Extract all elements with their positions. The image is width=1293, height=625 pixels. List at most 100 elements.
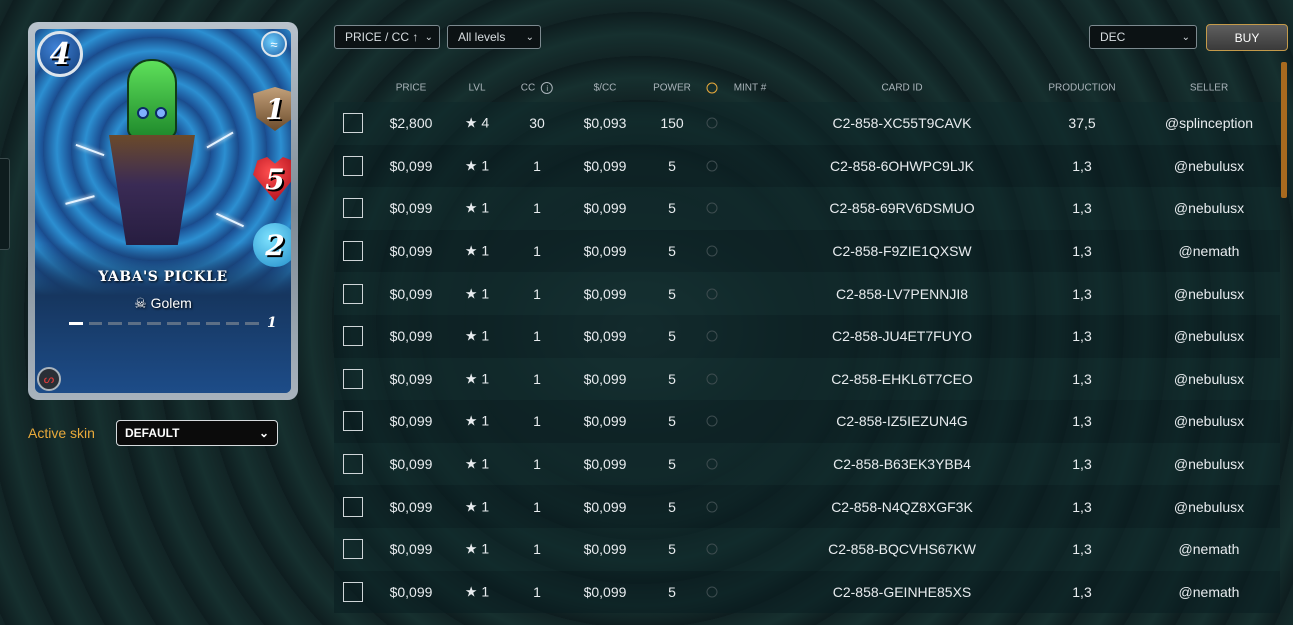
cell-lvl: ★ 1 [464, 583, 490, 600]
row-select-checkbox[interactable] [343, 241, 363, 262]
header-card-id[interactable]: CARD ID [881, 83, 922, 94]
side-panel-tab[interactable] [0, 158, 10, 250]
active-skin-select[interactable]: DEFAULT ⌄ [116, 420, 278, 446]
table-body: $2,800 ★ 4 30 $0,093 150 C2-858-XC55T9CAVK 37,… [334, 102, 1280, 614]
cell-lvl: ★ 1 [464, 498, 490, 515]
water-icon: ≈ [261, 31, 287, 57]
cell-power: 5 [668, 413, 676, 430]
row-select-checkbox[interactable] [343, 496, 363, 517]
cell-price: $0,099 [389, 583, 433, 600]
header-power[interactable]: POWER [653, 83, 691, 94]
table-row[interactable]: $0,099 ★ 1 1 $0,099 5 C2-858-F9ZIE1QXSW 1,3 @ne… [334, 229, 1280, 273]
table-row[interactable]: $0,099 ★ 1 1 $0,099 5 C2-858-6OHWPC9LJK 1,3 @ne… [334, 144, 1280, 188]
cell-price: $0,099 [389, 285, 433, 302]
sort-value: PRICE / CC ↑ [345, 30, 419, 44]
header-mint[interactable]: MINT # [734, 83, 767, 94]
table-row[interactable]: $0,099 ★ 1 1 $0,099 5 C2-858-B63EK3YBB4 1,3 @ne… [334, 442, 1280, 486]
cell-cc: 1 [533, 541, 541, 558]
header-per-cc[interactable]: $/CC [594, 83, 617, 94]
cell-card-id[interactable]: C2-858-XC55T9CAVK [832, 115, 971, 131]
cell-seller[interactable]: @nebulusx [1174, 499, 1244, 515]
cell-seller[interactable]: @nebulusx [1174, 328, 1244, 344]
cell-lvl: ★ 1 [464, 455, 490, 472]
cell-seller[interactable]: @nemath [1179, 243, 1240, 259]
cell-production: 1,3 [1072, 200, 1092, 217]
mana-cost: 4 [49, 36, 71, 72]
cell-card-id[interactable]: C2-858-IZ5IEZUN4G [836, 413, 967, 429]
cell-seller[interactable]: @nebulusx [1174, 413, 1244, 429]
cell-card-id[interactable]: C2-858-BQCVHS67KW [828, 541, 976, 557]
header-price[interactable]: PRICE [396, 83, 427, 94]
row-select-checkbox[interactable] [343, 368, 363, 389]
table-row[interactable]: $0,099 ★ 1 1 $0,099 5 C2-858-69RV6DSMUO 1,3 @ne… [334, 187, 1280, 230]
row-select-checkbox[interactable] [343, 155, 363, 176]
clock-icon [706, 117, 718, 129]
header-seller[interactable]: SELLER [1190, 83, 1228, 94]
cell-seller[interactable]: @nebulusx [1174, 200, 1244, 216]
cell-card-id[interactable]: C2-858-69RV6DSMUO [829, 200, 974, 216]
cell-per-cc: $0,099 [583, 157, 627, 174]
sort-select[interactable]: PRICE / CC ↑ ⌄ [334, 25, 440, 49]
buy-button[interactable]: BUY [1206, 24, 1288, 51]
cell-seller[interactable]: @nebulusx [1174, 286, 1244, 302]
row-select-checkbox[interactable] [343, 454, 363, 475]
cell-lvl: ★ 1 [464, 412, 490, 429]
cell-card-id[interactable]: C2-858-GEINHE85XS [833, 584, 972, 600]
cell-price: $0,099 [389, 370, 433, 387]
header-lvl[interactable]: LVL [468, 83, 485, 94]
card-type: ☠ Golem [35, 295, 291, 312]
cell-per-cc: $0,099 [583, 328, 627, 345]
row-select-checkbox[interactable] [343, 113, 363, 134]
header-cc[interactable]: CC i [521, 82, 554, 94]
clock-icon [706, 82, 718, 94]
cell-price: $0,099 [389, 498, 433, 515]
card-name: YABA'S PICKLE [98, 269, 228, 285]
cell-production: 1,3 [1072, 243, 1092, 260]
health-heart-icon: 5 [253, 157, 291, 201]
level-filter-select[interactable]: All levels ⌄ [447, 25, 541, 49]
cell-card-id[interactable]: C2-858-LV7PENNJI8 [836, 286, 968, 302]
table-row[interactable]: $0,099 ★ 1 1 $0,099 5 C2-858-GEINHE85XS 1,3 @ne… [334, 570, 1280, 614]
cell-card-id[interactable]: C2-858-F9ZIE1QXSW [832, 243, 971, 259]
cell-card-id[interactable]: C2-858-B63EK3YBB4 [833, 456, 971, 472]
cell-power: 5 [668, 498, 676, 515]
info-icon[interactable]: i [541, 82, 554, 94]
cell-seller[interactable]: @nebulusx [1174, 158, 1244, 174]
row-select-checkbox[interactable] [343, 198, 363, 219]
cell-per-cc: $0,093 [583, 115, 627, 132]
table-row[interactable]: $0,099 ★ 1 1 $0,099 5 C2-858-JU4ET7FUYO 1,3 @ne… [334, 314, 1280, 358]
cell-card-id[interactable]: C2-858-6OHWPC9LJK [830, 158, 974, 174]
currency-select[interactable]: DEC ⌄ [1089, 25, 1197, 49]
melee-attack-icon: 1 [253, 87, 291, 131]
row-select-checkbox[interactable] [343, 581, 363, 602]
clock-icon [706, 415, 718, 427]
table-row[interactable]: $2,800 ★ 4 30 $0,093 150 C2-858-XC55T9CAVK 37,… [334, 102, 1280, 145]
table-row[interactable]: $0,099 ★ 1 1 $0,099 5 C2-858-EHKL6T7CEO 1,3 @ne… [334, 357, 1280, 401]
cell-lvl: ★ 1 [464, 242, 490, 259]
cell-seller[interactable]: @nemath [1179, 584, 1240, 600]
cell-seller[interactable]: @nebulusx [1174, 456, 1244, 472]
cell-seller[interactable]: @nemath [1179, 541, 1240, 557]
cell-price: $0,099 [389, 456, 433, 473]
clock-icon [706, 245, 718, 257]
card-preview: 4 ≈ 1 5 2 YABA'S PICKLE ☠ Golem 1 ᔕ [28, 22, 298, 400]
scrollbar-thumb[interactable] [1281, 62, 1287, 198]
table-row[interactable]: $0,099 ★ 1 1 $0,099 5 C2-858-BQCVHS67KW 1,3 @ne… [334, 527, 1280, 571]
cell-power: 5 [668, 583, 676, 600]
header-production[interactable]: PRODUCTION [1048, 83, 1115, 94]
table-row[interactable]: $0,099 ★ 1 1 $0,099 5 C2-858-LV7PENNJI8 1,3 @ne… [334, 272, 1280, 315]
row-select-checkbox[interactable] [343, 539, 363, 560]
row-select-checkbox[interactable] [343, 326, 363, 347]
cell-card-id[interactable]: C2-858-EHKL6T7CEO [831, 371, 973, 387]
row-select-checkbox[interactable] [343, 283, 363, 304]
cell-card-id[interactable]: C2-858-JU4ET7FUYO [832, 328, 972, 344]
table-row[interactable]: $0,099 ★ 1 1 $0,099 5 C2-858-IZ5IEZUN4G 1,3 @ne… [334, 400, 1280, 443]
table-row[interactable]: $0,099 ★ 1 1 $0,099 5 C2-858-N4QZ8XGF3K 1,3 @ne… [334, 485, 1280, 528]
monster-illustration [109, 59, 195, 249]
cell-seller[interactable]: @splinception [1165, 115, 1253, 131]
cell-cc: 1 [533, 243, 541, 260]
row-select-checkbox[interactable] [343, 411, 363, 432]
cell-seller[interactable]: @nebulusx [1174, 371, 1244, 387]
cell-card-id[interactable]: C2-858-N4QZ8XGF3K [831, 499, 973, 515]
cell-power: 5 [668, 541, 676, 558]
